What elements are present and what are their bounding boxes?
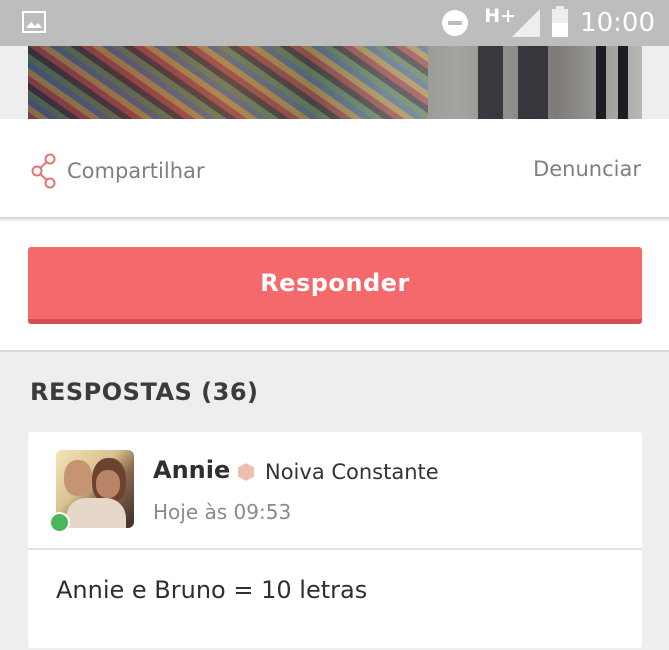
answers-heading: RESPOSTAS (36)	[30, 378, 259, 406]
author-rank: Noiva Constante	[265, 460, 439, 484]
online-status-indicator	[49, 512, 70, 533]
reply-section: Responder	[0, 221, 669, 352]
post-photo[interactable]	[28, 46, 642, 119]
report-button[interactable]: Denunciar	[533, 157, 641, 181]
answer-text: Annie e Bruno = 10 letras	[56, 576, 368, 604]
clock: 10:00	[580, 8, 655, 38]
post-timestamp: Hoje às 09:53	[153, 500, 292, 524]
do-not-disturb-icon	[442, 10, 469, 36]
photo-locks-area	[28, 46, 428, 119]
hexagon-badge-icon	[238, 463, 254, 481]
author-name[interactable]: Annie	[153, 456, 230, 484]
battery-icon	[552, 6, 569, 37]
share-button[interactable]: Compartilhar	[30, 153, 205, 189]
answer-card: Annie Noiva Constante Hoje às 09:53 Anni…	[28, 432, 642, 648]
status-bar: H+ 10:00	[0, 0, 669, 46]
photo-people-area-2	[588, 46, 642, 119]
post-actions-bar: Compartilhar Denunciar	[0, 119, 669, 219]
avatar-body	[66, 498, 126, 528]
photo-people-area	[458, 46, 578, 119]
avatar-person-1	[64, 460, 92, 496]
share-icon	[31, 153, 56, 189]
image-icon	[22, 11, 46, 33]
answer-header: Annie Noiva Constante Hoje às 09:53	[28, 432, 642, 550]
reply-button[interactable]: Responder	[28, 247, 642, 324]
avatar-person-2	[96, 470, 120, 498]
signal-icon	[512, 9, 541, 37]
share-label: Compartilhar	[67, 159, 205, 183]
